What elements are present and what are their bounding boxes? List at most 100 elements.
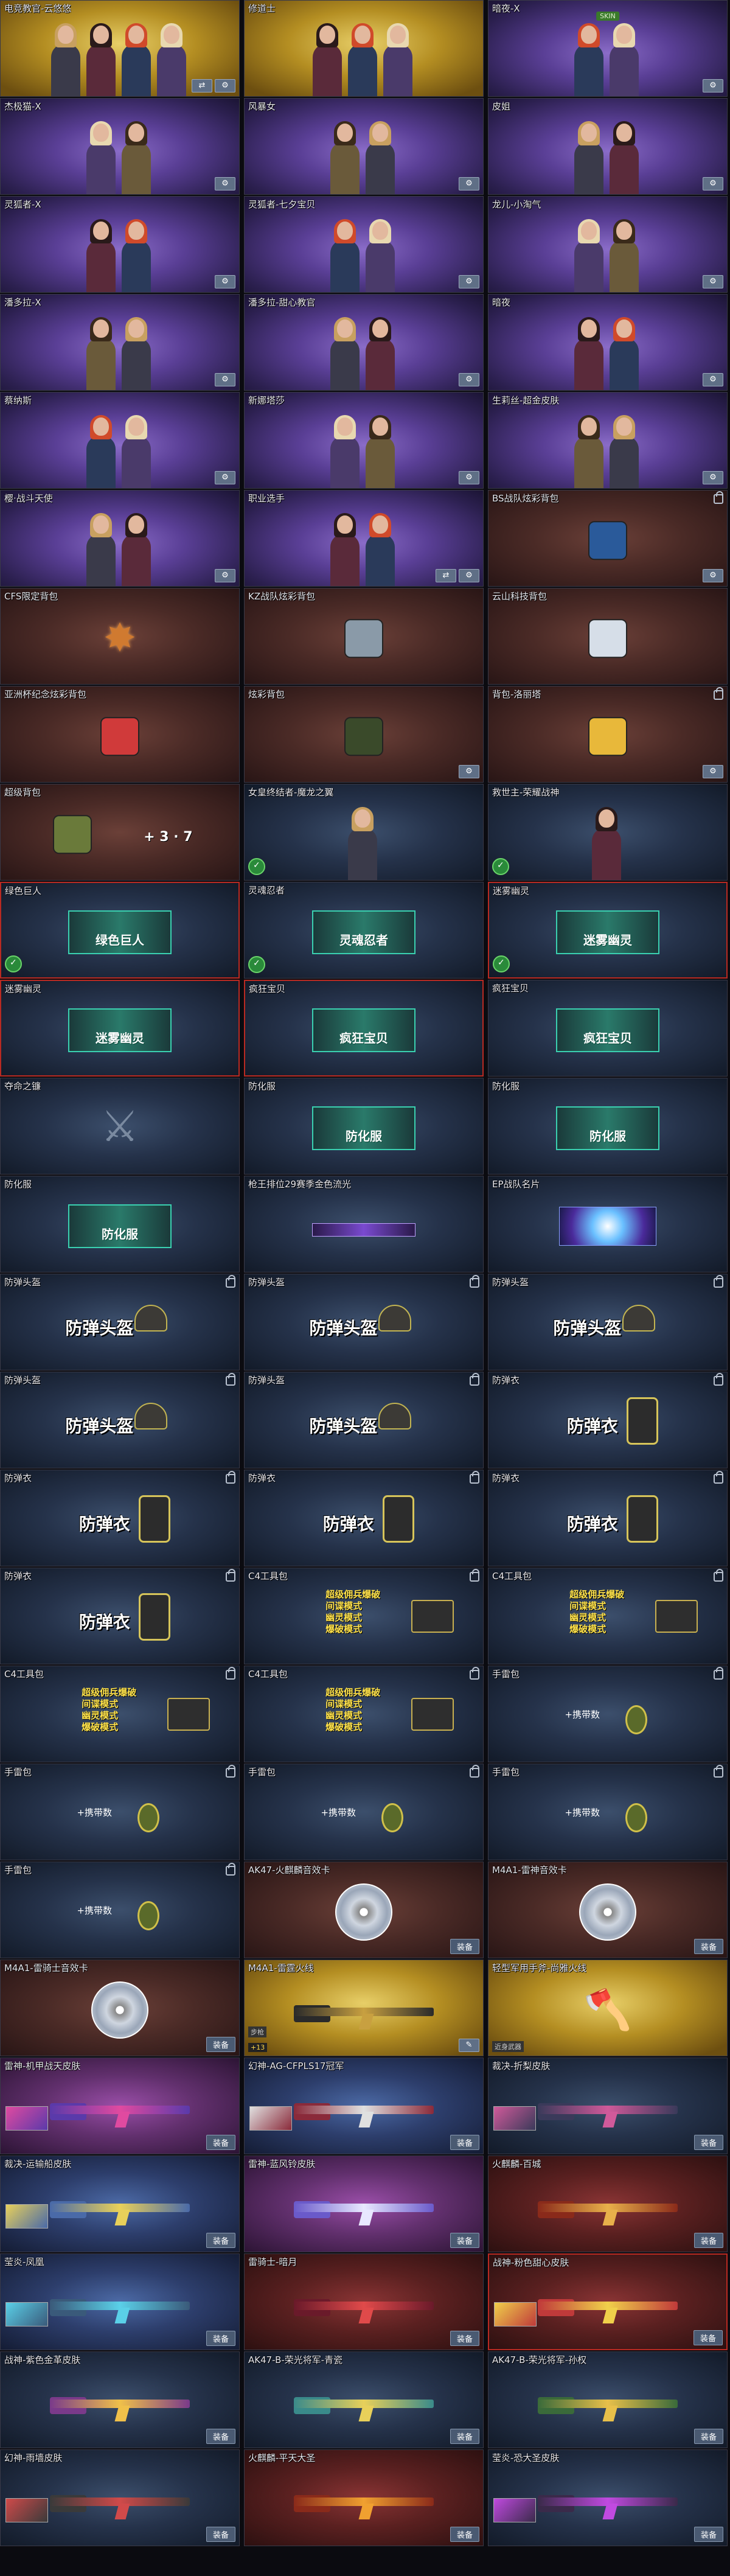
equip-button[interactable]: 装备: [450, 2527, 479, 2542]
inventory-card[interactable]: 女皇终结者-魔龙之翼: [244, 784, 484, 881]
settings-button[interactable]: ⚙: [459, 373, 479, 386]
inventory-card[interactable]: 灵狐者-X ⚙: [0, 196, 240, 293]
inventory-card[interactable]: C4工具包 超级佣兵爆破 间谍模式 幽灵模式 爆破模式: [244, 1666, 484, 1762]
settings-button[interactable]: ⚙: [459, 471, 479, 484]
inventory-card[interactable]: 超级背包 + 3 · 7: [0, 784, 240, 881]
inventory-card[interactable]: 战神-紫色金革皮肤 装备: [0, 2351, 240, 2448]
inventory-card[interactable]: 蔡纳斯 ⚙: [0, 392, 240, 489]
inventory-card[interactable]: 防弹衣 防弹衣: [244, 1470, 484, 1566]
inventory-card[interactable]: CFS限定背包 ✸: [0, 588, 240, 685]
inventory-card[interactable]: 防弹衣 防弹衣: [0, 1470, 240, 1566]
inventory-card[interactable]: AK47-B-荣光将军-孙权 装备: [488, 2351, 728, 2448]
inventory-card[interactable]: 战神-粉色甜心皮肤 装备: [488, 2253, 728, 2350]
inventory-card[interactable]: 手雷包 +携带数: [488, 1764, 728, 1860]
settings-button[interactable]: ⚙: [215, 373, 235, 386]
inventory-card[interactable]: 幻神-雨墙皮肤 装备: [0, 2449, 240, 2546]
inventory-card[interactable]: 夺命之镰 ⚔: [0, 1078, 240, 1175]
toggle-button[interactable]: ⇄: [436, 569, 456, 582]
inventory-card[interactable]: KZ战队炫彩背包: [244, 588, 484, 685]
settings-button[interactable]: ⚙: [703, 177, 723, 190]
inventory-card[interactable]: 炫彩背包 ⚙: [244, 686, 484, 783]
inventory-card[interactable]: 灵魂忍者 灵魂忍者: [244, 882, 484, 979]
equip-button[interactable]: 装备: [206, 2233, 235, 2248]
inventory-card[interactable]: 火麒麟-百城 装备: [488, 2155, 728, 2252]
settings-button[interactable]: ⚙: [703, 569, 723, 582]
settings-button[interactable]: ⚙: [215, 569, 235, 582]
inventory-card[interactable]: 风暴女 ⚙: [244, 98, 484, 195]
inventory-card[interactable]: 防化服 防化服: [244, 1078, 484, 1175]
inventory-card[interactable]: AK47-B-荣光将军-青瓷 装备: [244, 2351, 484, 2448]
equip-button[interactable]: 装备: [693, 2429, 723, 2444]
equip-button[interactable]: 装备: [693, 2527, 723, 2542]
inventory-card[interactable]: 职业选手 ⚙ ⇄: [244, 490, 484, 587]
equip-button[interactable]: 装备: [206, 2331, 235, 2346]
settings-button[interactable]: ⚙: [215, 79, 235, 92]
inventory-card[interactable]: 雷神-蓝风铃皮肤 装备: [244, 2155, 484, 2252]
equip-button[interactable]: 装备: [693, 2330, 723, 2345]
equip-button[interactable]: 装备: [450, 2331, 479, 2346]
equip-button[interactable]: 装备: [450, 2429, 479, 2444]
equip-button[interactable]: 装备: [206, 2135, 235, 2150]
inventory-card[interactable]: 电竞教官-云悠悠 ⚙ ⇄: [0, 0, 240, 97]
inventory-card[interactable]: 裁决-折梨皮肤 装备: [488, 2058, 728, 2154]
inventory-card[interactable]: 杰极猫-X ⚙: [0, 98, 240, 195]
inventory-card[interactable]: 亚洲杯纪念炫彩背包: [0, 686, 240, 783]
settings-button[interactable]: ⚙: [703, 79, 723, 92]
inventory-card[interactable]: 枪王排位29赛季金色流光: [244, 1176, 484, 1272]
modify-weapon-button[interactable]: ✎: [459, 2039, 479, 2052]
inventory-card[interactable]: 莹炎-恐大圣皮肤 装备: [488, 2449, 728, 2546]
equip-button[interactable]: 装备: [206, 2429, 235, 2444]
inventory-card[interactable]: 雷神-机甲战天皮肤 装备: [0, 2058, 240, 2154]
equip-button[interactable]: 装备: [693, 2135, 723, 2150]
inventory-card[interactable]: C4工具包 超级佣兵爆破 间谍模式 幽灵模式 爆破模式: [488, 1568, 728, 1664]
equip-button[interactable]: 装备: [450, 2135, 479, 2150]
inventory-card[interactable]: 防化服 防化服: [0, 1176, 240, 1272]
inventory-card[interactable]: 防化服 防化服: [488, 1078, 728, 1175]
inventory-card[interactable]: 幻神-AG-CFPLS17冠军 装备: [244, 2058, 484, 2154]
settings-button[interactable]: ⚙: [703, 275, 723, 288]
inventory-card[interactable]: 防弹头盔 防弹头盔: [0, 1372, 240, 1468]
inventory-card[interactable]: 疯狂宝贝 疯狂宝贝: [244, 980, 484, 1077]
settings-button[interactable]: ⚙: [459, 275, 479, 288]
inventory-card[interactable]: 救世主-荣耀战神: [488, 784, 728, 881]
inventory-card[interactable]: C4工具包 超级佣兵爆破 间谍模式 幽灵模式 爆破模式: [244, 1568, 484, 1664]
inventory-card[interactable]: 修道士: [244, 0, 484, 97]
inventory-card[interactable]: BS战队炫彩背包 ⚙: [488, 490, 728, 587]
equip-button[interactable]: 装备: [206, 2527, 235, 2542]
inventory-card[interactable]: 手雷包 +携带数: [244, 1764, 484, 1860]
settings-button[interactable]: ⚙: [459, 177, 479, 190]
inventory-card[interactable]: 新娜塔莎 ⚙: [244, 392, 484, 489]
inventory-card[interactable]: 防弹衣 防弹衣: [0, 1568, 240, 1664]
inventory-card[interactable]: AK47-火麒麟音效卡 装备: [244, 1862, 484, 1958]
inventory-card[interactable]: M4A1-雷骑士音效卡 装备: [0, 1960, 240, 2056]
inventory-card[interactable]: 云山科技背包: [488, 588, 728, 685]
settings-button[interactable]: ⚙: [703, 765, 723, 778]
equip-button[interactable]: 装备: [450, 2233, 479, 2248]
inventory-card[interactable]: 轻型军用手斧-尚雅火线 🪓 近身武器: [488, 1960, 728, 2056]
inventory-card[interactable]: 迷雾幽灵 迷雾幽灵: [0, 980, 240, 1077]
settings-button[interactable]: ⚙: [459, 765, 479, 778]
settings-button[interactable]: ⚙: [215, 471, 235, 484]
inventory-card[interactable]: 防弹头盔 防弹头盔: [244, 1274, 484, 1370]
inventory-card[interactable]: 雷骑士-暗月 装备: [244, 2253, 484, 2350]
inventory-card[interactable]: 防弹头盔 防弹头盔: [0, 1274, 240, 1370]
inventory-card[interactable]: C4工具包 超级佣兵爆破 间谍模式 幽灵模式 爆破模式: [0, 1666, 240, 1762]
inventory-card[interactable]: 生莉丝-超金皮肤 ⚙: [488, 392, 728, 489]
toggle-button[interactable]: ⇄: [192, 79, 212, 92]
inventory-card[interactable]: 防弹衣 防弹衣: [488, 1470, 728, 1566]
inventory-card[interactable]: 手雷包 +携带数: [0, 1862, 240, 1958]
equip-button[interactable]: 装备: [450, 1939, 479, 1954]
inventory-card[interactable]: EP战队名片: [488, 1176, 728, 1272]
inventory-card[interactable]: 暗夜 ⚙: [488, 294, 728, 391]
inventory-card[interactable]: 潘多拉-甜心教官 ⚙: [244, 294, 484, 391]
settings-button[interactable]: ⚙: [703, 373, 723, 386]
inventory-card[interactable]: 火麒麟-平天大圣 装备: [244, 2449, 484, 2546]
inventory-card[interactable]: 手雷包 +携带数: [0, 1764, 240, 1860]
settings-button[interactable]: ⚙: [459, 569, 479, 582]
inventory-card[interactable]: M4A1-雷神音效卡 装备: [488, 1862, 728, 1958]
inventory-card[interactable]: 樱·战斗天使 ⚙: [0, 490, 240, 587]
inventory-card[interactable]: 龙儿-小淘气 ⚙: [488, 196, 728, 293]
inventory-card[interactable]: 皮姐 ⚙: [488, 98, 728, 195]
inventory-card[interactable]: 潘多拉-X ⚙: [0, 294, 240, 391]
inventory-card[interactable]: 疯狂宝贝 疯狂宝贝: [488, 980, 728, 1077]
